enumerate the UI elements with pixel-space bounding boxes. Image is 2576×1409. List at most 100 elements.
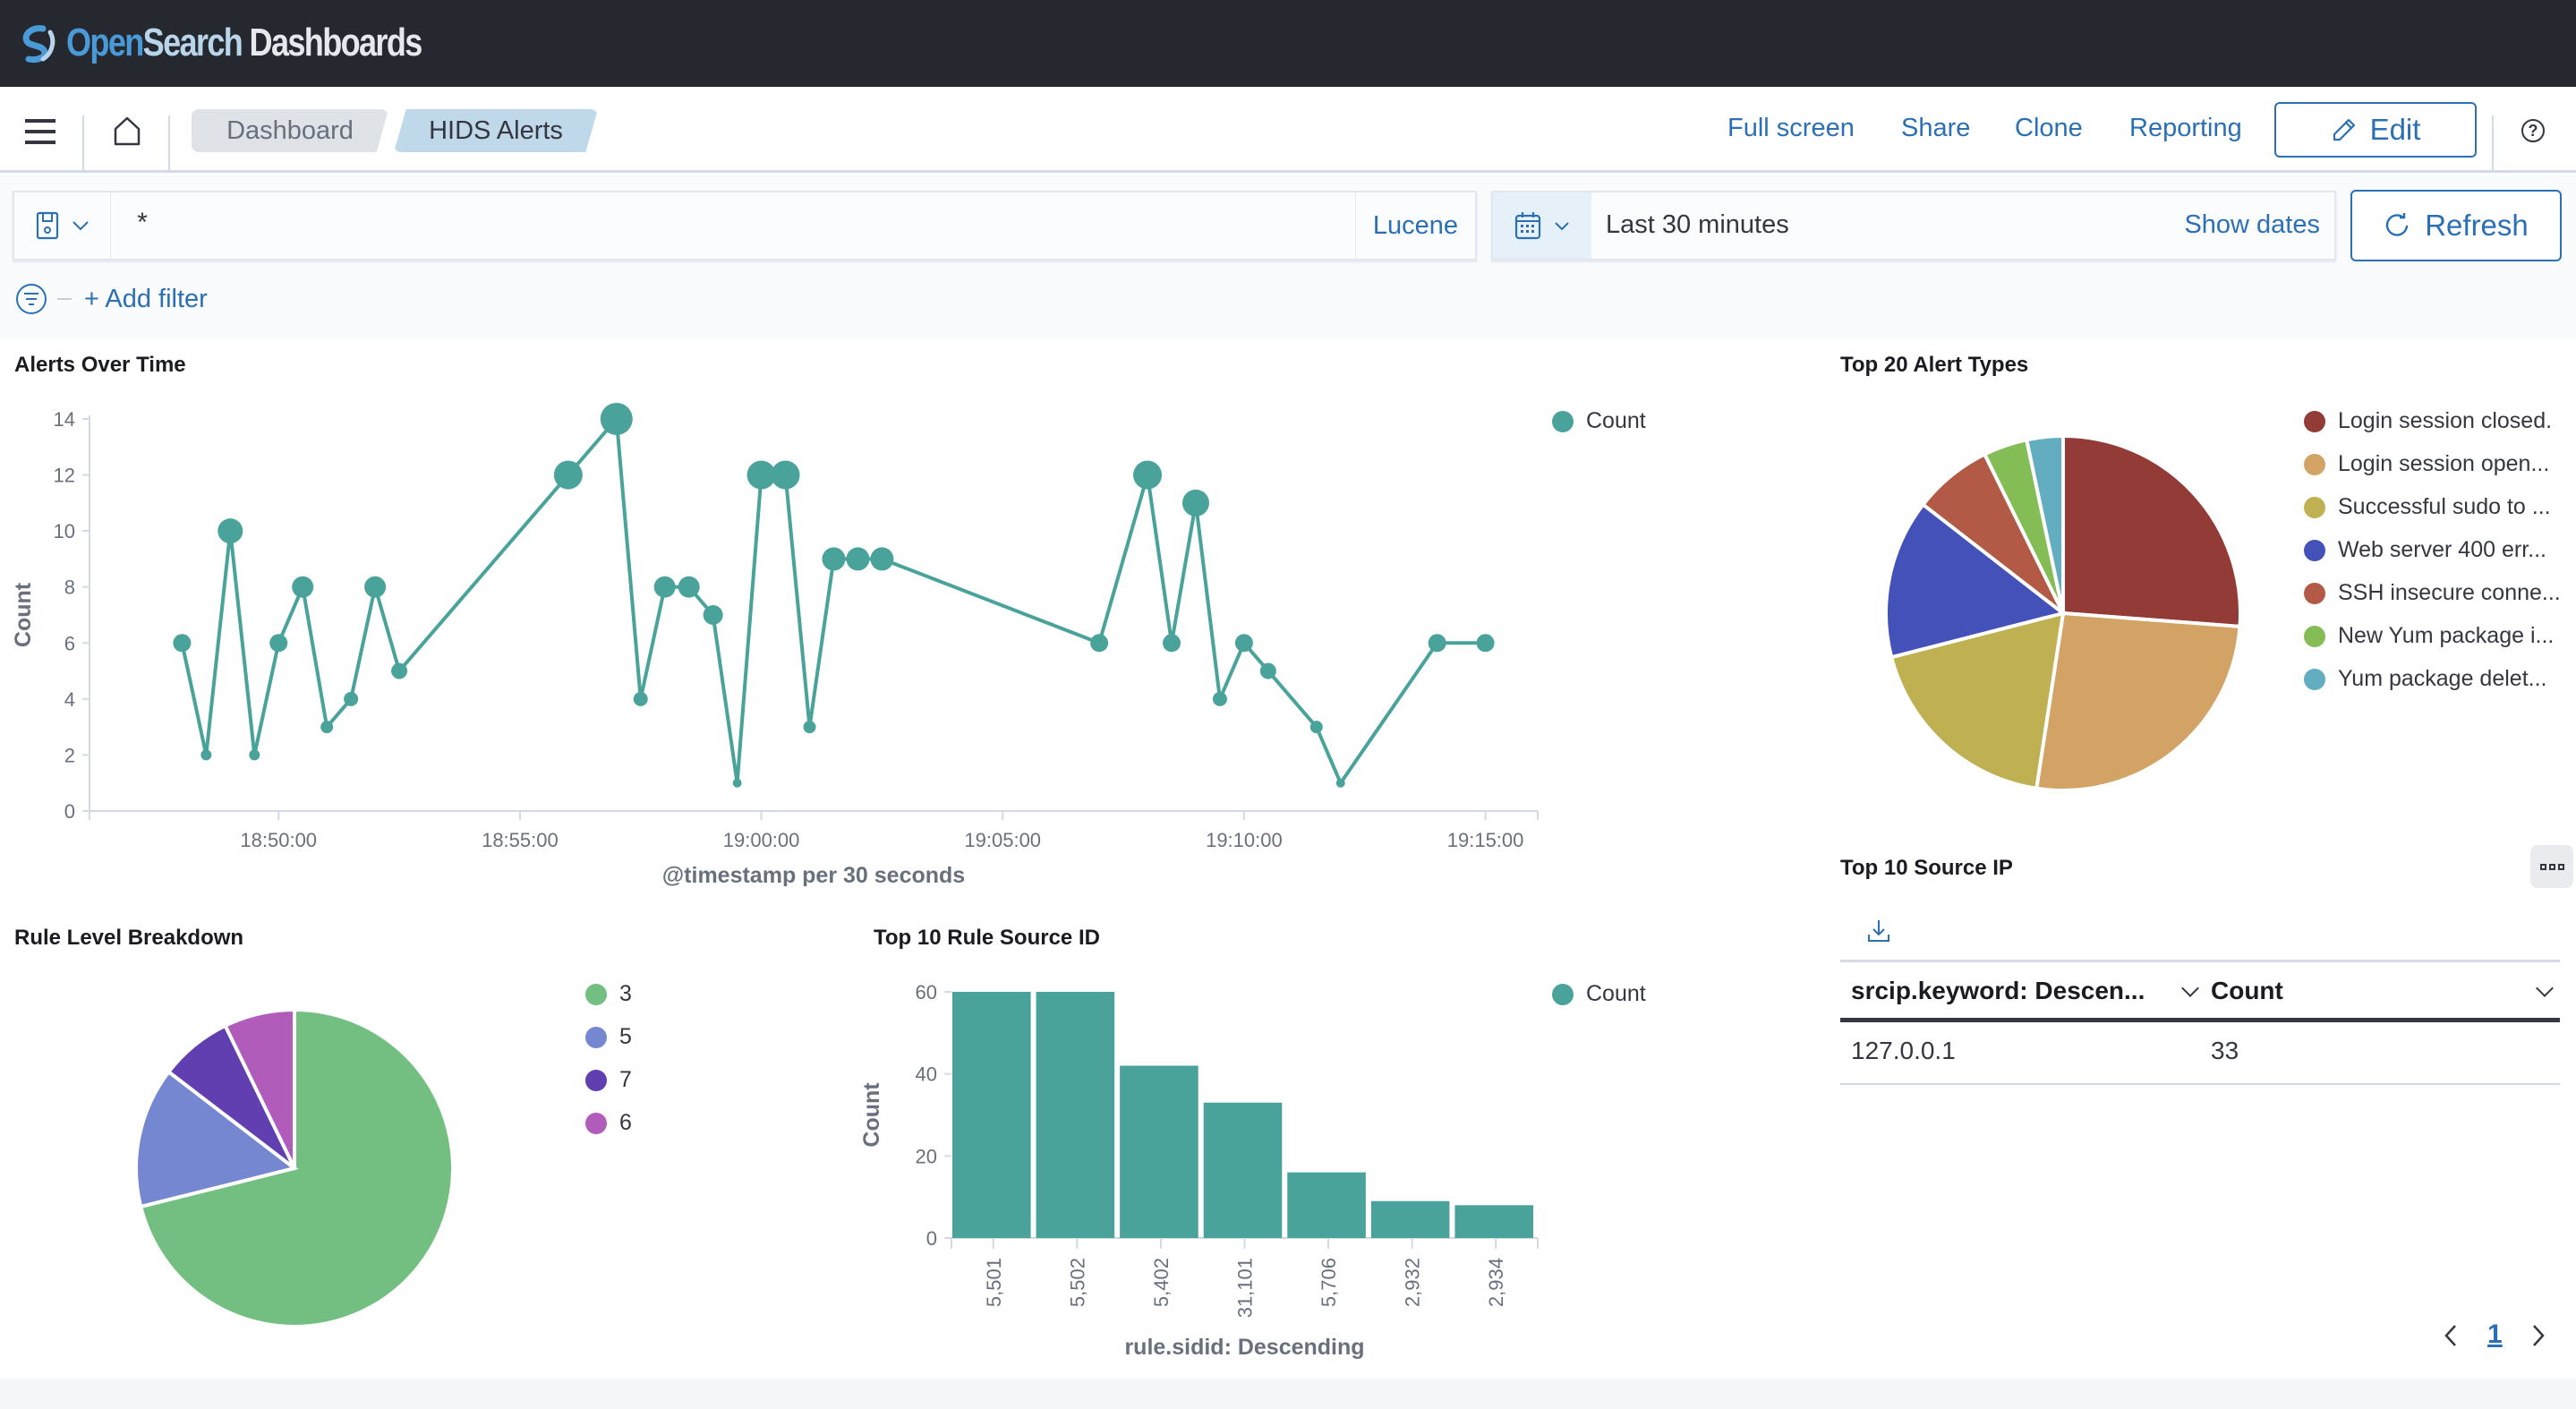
table-row: 127.0.0.1 33 [1840,1022,2560,1085]
reporting-link[interactable]: Reporting [2129,114,2242,143]
opensearch-logo[interactable]: OpenSearch Dashboards [16,16,499,70]
logo-dashboards-text: Dashboards [242,21,423,64]
help-icon[interactable]: ? [2521,119,2545,142]
x-tick-label: 18:55:00 [482,829,559,851]
download-icon[interactable] [1867,918,1890,944]
legend-item[interactable]: SSH insecure conne... [2304,580,2561,606]
x-tick-label: 5,502 [1066,1258,1088,1307]
time-range-label[interactable]: Last 30 minutes [1606,210,1789,240]
options-dot [2548,863,2555,870]
legend-dot [1552,983,1574,1005]
y-tick-label: 14 [54,408,75,431]
legend-item[interactable]: Web server 400 err... [2304,537,2546,563]
chevron-right-icon[interactable] [2529,1323,2547,1348]
chevron-left-icon[interactable] [2442,1323,2460,1348]
top-20-alert-types-pie [1884,433,2242,792]
chevron-down-icon[interactable] [2536,979,2554,997]
options-dot [2557,863,2564,870]
bar-5501 [952,992,1031,1238]
data-point [1335,778,1345,788]
filter-separator [57,298,72,300]
refresh-button[interactable]: Refresh [2350,190,2562,261]
legend-item[interactable]: Login session open... [2304,451,2549,477]
refresh-button-label: Refresh [2425,209,2529,242]
search-query-input[interactable] [113,192,1330,259]
data-point [653,576,676,598]
bar-2934 [1454,1205,1533,1238]
edit-button[interactable]: Edit [2274,102,2477,158]
legend-item-count[interactable]: Count [1552,981,1646,1007]
full-screen-link[interactable]: Full screen [1727,114,1855,143]
alerts-over-time-chart: 0 2 4 6 8 10 12 14 18:50:00 18:55:00 19:00:00 19:05… [11,403,1539,886]
chevron-down-icon[interactable] [2181,979,2199,997]
legend-label: Count [1586,408,1646,433]
legend-item[interactable]: New Yum package i... [2304,623,2554,649]
hamburger-menu-button[interactable] [25,119,55,144]
data-point [600,403,633,435]
data-point [1259,662,1276,679]
cell-count: 33 [2211,1037,2239,1064]
bar-5706 [1287,1172,1366,1238]
query-bar: Lucene [13,191,1477,260]
data-point [1212,691,1227,706]
y-tick-label: 4 [64,688,75,711]
nav-bar: Dashboard HIDS Alerts Full screen Share … [0,87,2576,173]
y-tick-label: 8 [64,576,75,599]
y-tick-label: 0 [926,1227,937,1250]
clone-link[interactable]: Clone [2015,114,2083,143]
legend-item[interactable]: 6 [585,1110,632,1136]
data-point [269,634,288,653]
cell-srcip: 127.0.0.1 [1851,1037,1956,1064]
legend-item[interactable]: 5 [585,1024,632,1050]
x-tick-label: 5,402 [1150,1258,1173,1307]
y-axis-title: Count [859,1082,884,1148]
pencil-icon [2333,118,2355,141]
legend-label: 7 [619,1067,632,1092]
data-point [292,576,314,598]
rule-level-breakdown-pie [134,1007,455,1328]
legend-item[interactable]: 3 [585,981,632,1007]
add-filter-button[interactable]: + Add filter [84,285,208,314]
legend-item[interactable]: Login session closed. [2304,408,2552,434]
quick-date-menu-button[interactable] [1493,192,1591,259]
legend-dot [1552,410,1574,432]
table-header-row: srcip.keyword: Descen... Count [1840,960,2560,1022]
panel-title-top-10-source-ip: Top 10 Source IP [1840,856,2013,880]
legend-item[interactable]: Successful sudo to ... [2304,494,2551,520]
saved-query-menu-button[interactable] [14,192,111,259]
legend-label: Web server 400 err... [2338,537,2546,562]
filter-line [26,298,37,300]
column-header-count[interactable]: Count [2211,977,2283,1005]
data-point [1181,489,1209,517]
home-icon[interactable] [109,114,145,149]
filter-line [24,293,38,295]
legend-item-count[interactable]: Count [1552,408,1646,434]
legend-item[interactable]: 7 [585,1067,632,1093]
panel-options-button[interactable] [2530,845,2573,888]
data-point [870,547,894,571]
legend-label: New Yum package i... [2338,623,2555,648]
legend-item[interactable]: Yum package delet... [2304,666,2546,692]
query-language-button[interactable]: Lucene [1355,192,1475,259]
show-dates-link[interactable]: Show dates [2184,210,2320,240]
legend-label: Login session open... [2338,451,2550,476]
share-link[interactable]: Share [1901,114,1970,143]
y-tick-label: 0 [64,800,75,823]
series-line-count [180,417,1486,785]
column-header-srcip[interactable]: srcip.keyword: Descen... [1851,977,2145,1005]
pagination-page-1[interactable]: 1 [2487,1319,2503,1350]
y-axis-title: Count [11,582,36,647]
filter-bar: + Add filter [16,281,208,317]
data-point [633,691,648,706]
data-point [1428,634,1446,653]
filter-options-icon[interactable] [16,284,47,314]
breadcrumb-hids-alerts: HIDS Alerts [394,109,598,152]
x-tick-label: 19:10:00 [1206,829,1283,851]
data-point [344,691,359,706]
legend-dot [585,983,607,1005]
legend-label: Count [1586,981,1646,1006]
legend-dot [2304,539,2325,561]
page-footer-area [0,1379,2576,1409]
breadcrumb-dashboard[interactable]: Dashboard [192,109,388,152]
legend-dot [2304,496,2325,518]
